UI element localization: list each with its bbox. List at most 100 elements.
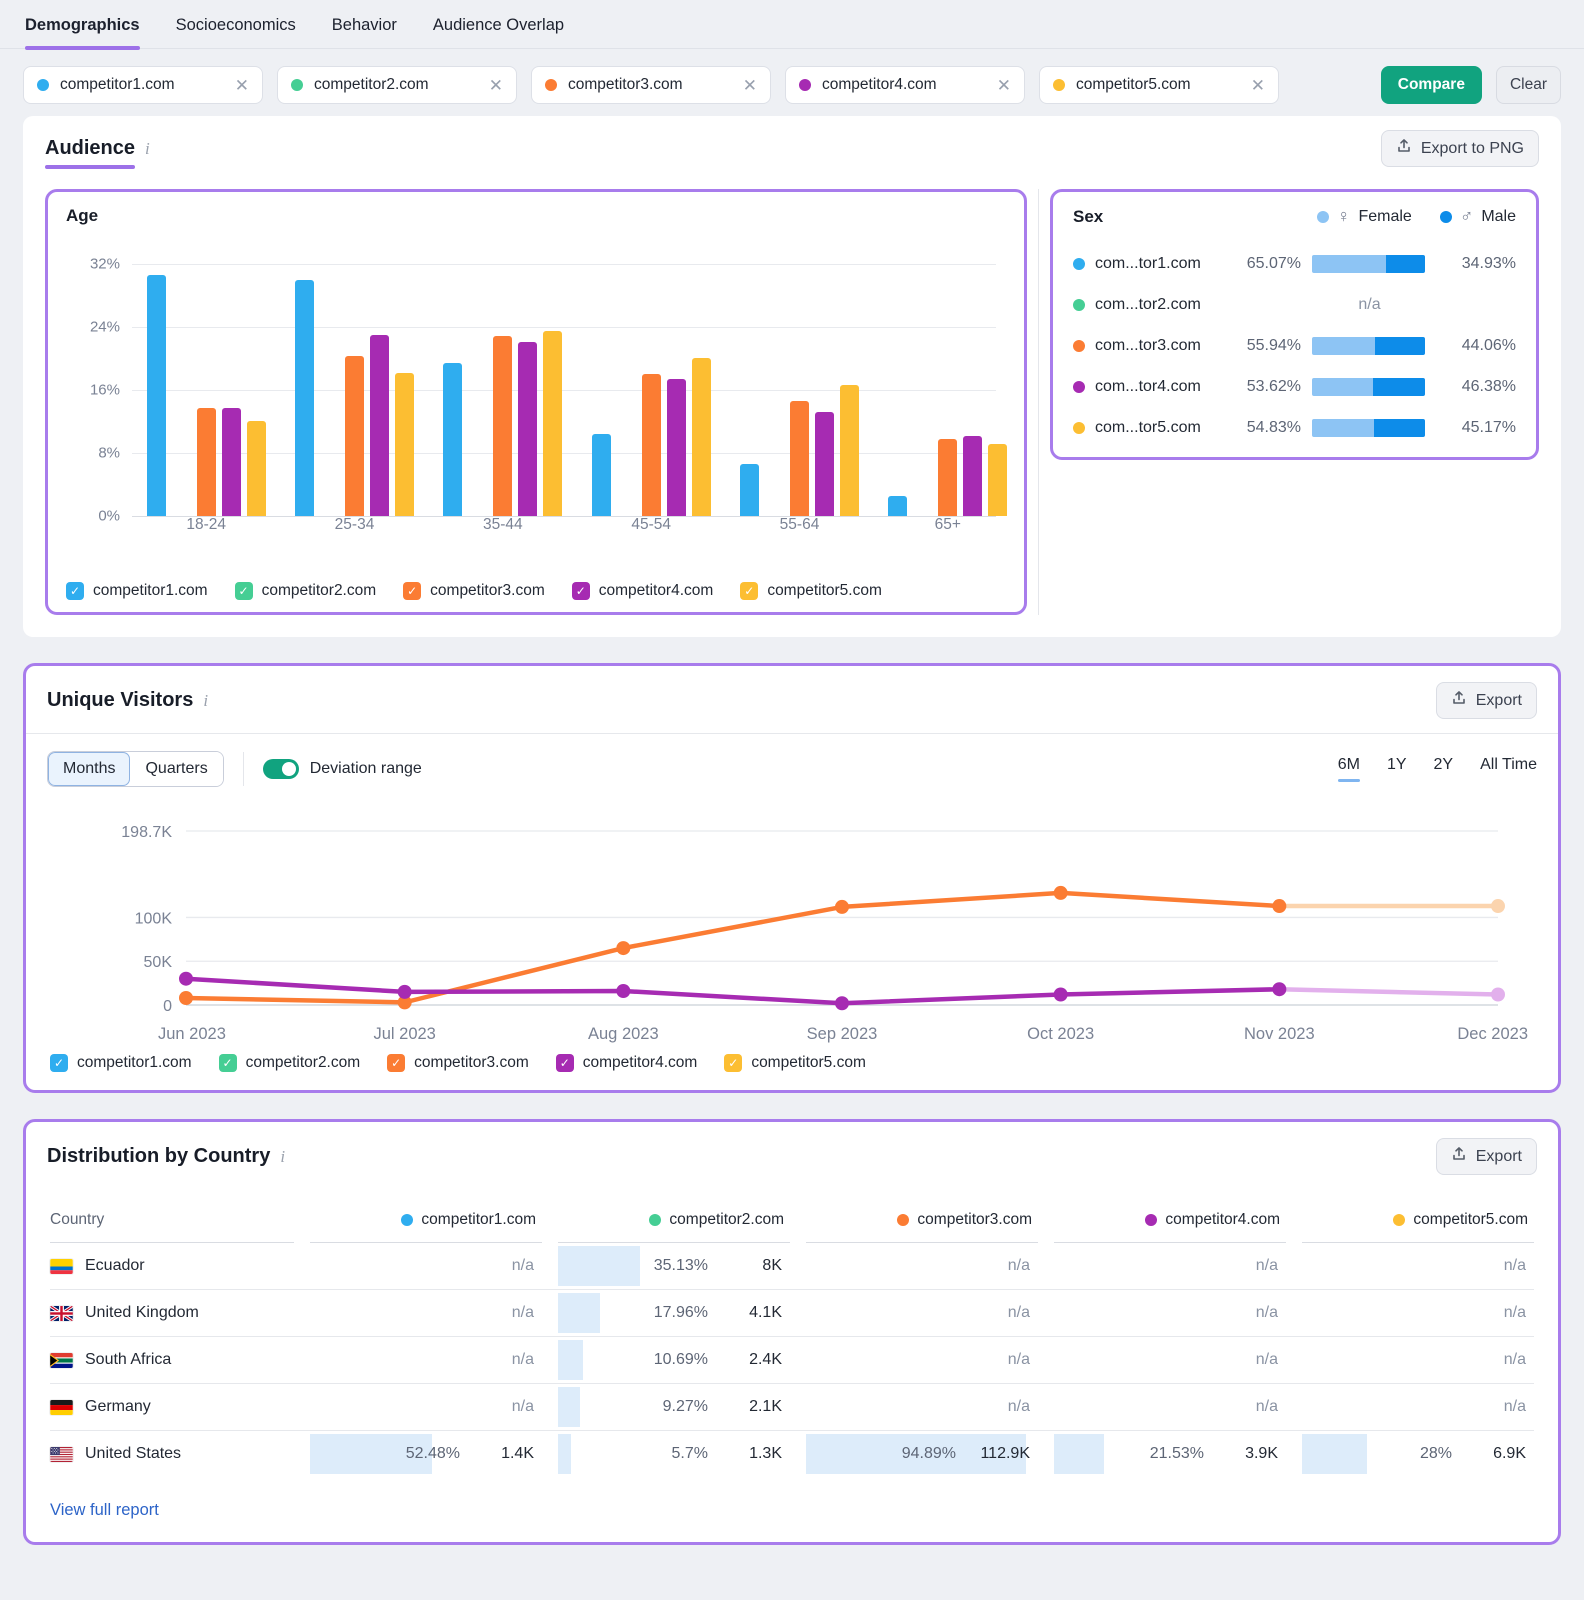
competitor-chip[interactable]: competitor5.com ✕: [1039, 66, 1279, 104]
tab-behavior[interactable]: Behavior: [332, 16, 397, 48]
cell-na: n/a: [511, 1398, 534, 1415]
legend-checkbox-item[interactable]: ✓ competitor2.com: [234, 582, 376, 600]
compare-button[interactable]: Compare: [1380, 66, 1482, 104]
x-axis-label: Sep 2023: [807, 1025, 878, 1043]
info-icon[interactable]: i: [203, 691, 208, 711]
checkbox-checked-icon[interactable]: ✓: [403, 582, 422, 600]
data-point: [1491, 899, 1505, 914]
tab-demographics[interactable]: Demographics: [25, 16, 140, 50]
legend-checkbox-item[interactable]: ✓ competitor1.com: [66, 582, 208, 600]
legend-checkbox-item[interactable]: ✓ competitor5.com: [740, 582, 882, 600]
checkbox-checked-icon[interactable]: ✓: [387, 1054, 406, 1072]
competitor-dot: [1053, 79, 1065, 91]
competitor-chip[interactable]: competitor1.com ✕: [23, 66, 263, 104]
info-icon[interactable]: i: [145, 139, 150, 159]
checkbox-checked-icon[interactable]: ✓: [66, 582, 84, 600]
range-all-time[interactable]: All Time: [1480, 756, 1537, 782]
export-to-png-button[interactable]: Export to PNG: [1380, 130, 1539, 167]
country-cell: United Kingdom: [50, 1291, 294, 1335]
female-percent: 53.62%: [1246, 378, 1301, 395]
data-point: [835, 899, 849, 914]
top-nav: Demographics Socioeconomics Behavior Audien…: [0, 0, 1584, 50]
checkbox-checked-icon[interactable]: ✓: [50, 1054, 68, 1072]
competitor-column-label: competitor3.com: [917, 1210, 1032, 1228]
close-icon[interactable]: ✕: [743, 77, 757, 94]
granularity-quarters[interactable]: Quarters: [130, 752, 223, 786]
uv-export-button[interactable]: Export: [1435, 682, 1537, 719]
checkbox-checked-icon[interactable]: ✓: [218, 1054, 237, 1072]
close-icon[interactable]: ✕: [489, 77, 503, 94]
checkbox-checked-icon[interactable]: ✓: [740, 582, 759, 600]
x-axis-label: 55-64: [779, 516, 820, 533]
data-point: [397, 984, 412, 999]
series-line: [183, 890, 1282, 1005]
legend-checkbox-item[interactable]: ✓ competitor1.com: [50, 1054, 192, 1072]
cell-percent: 28%: [1419, 1445, 1452, 1462]
close-icon[interactable]: ✕: [1251, 77, 1265, 94]
sex-ratio-bar: [1312, 378, 1425, 396]
age-bar: [395, 372, 414, 516]
cell-values: 17.96% 4.1K: [558, 1290, 790, 1336]
cell-percent: 52.48%: [405, 1445, 460, 1462]
country-name: United Kingdom: [85, 1304, 199, 1321]
legend-checkbox-item[interactable]: ✓ competitor5.com: [724, 1054, 866, 1072]
close-icon[interactable]: ✕: [997, 77, 1011, 94]
legend-checkbox-item[interactable]: ✓ competitor4.com: [555, 1054, 697, 1072]
checkbox-checked-icon[interactable]: ✓: [555, 1054, 574, 1072]
view-full-report-link[interactable]: View full report: [50, 1501, 159, 1520]
clear-button[interactable]: Clear: [1495, 66, 1561, 104]
cell-percent: 94.89%: [901, 1445, 956, 1462]
checkbox-checked-icon[interactable]: ✓: [724, 1054, 743, 1072]
checkbox-checked-icon[interactable]: ✓: [571, 582, 590, 600]
female-bar-segment: [1312, 419, 1374, 437]
cell-na: n/a: [1255, 1351, 1278, 1368]
series-line-faded: [1277, 986, 1501, 997]
value-cell: n/a: [1302, 1290, 1534, 1336]
data-point: [179, 971, 193, 986]
age-bar: [543, 330, 563, 516]
competitor-dot: [897, 1213, 910, 1226]
competitor-chip[interactable]: competitor4.com ✕: [785, 66, 1025, 104]
age-panel: Age 32% 24% 16% 8% 0% 18-24 25-34 35-44 45-54 55-…: [45, 189, 1028, 615]
upload-icon: [1451, 690, 1467, 711]
value-cell: 9.27% 2.1K: [558, 1384, 790, 1430]
legend-checkbox-item[interactable]: ✓ competitor2.com: [218, 1054, 360, 1072]
unique-visitors-section: Unique Visitors i Export Months Quarters …: [23, 663, 1561, 1093]
info-icon[interactable]: i: [280, 1147, 285, 1167]
cell-percent: 5.7%: [671, 1445, 708, 1462]
age-bar: [815, 411, 834, 516]
close-icon[interactable]: ✕: [235, 77, 249, 94]
age-bar: [938, 438, 958, 516]
cell-value: 1.4K: [501, 1445, 534, 1462]
cell-na: n/a: [1007, 1351, 1030, 1368]
legend-checkbox-item[interactable]: ✓ competitor3.com: [387, 1054, 529, 1072]
x-axis-label: Nov 2023: [1244, 1025, 1315, 1043]
range-6m[interactable]: 6M: [1337, 756, 1361, 782]
tab-audience-overlap[interactable]: Audience Overlap: [433, 16, 564, 48]
competitor-dot: [1073, 340, 1085, 352]
competitor-chip[interactable]: competitor3.com ✕: [531, 66, 771, 104]
deviation-range-toggle[interactable]: [262, 759, 299, 779]
country-export-button[interactable]: Export: [1435, 1138, 1537, 1175]
value-cell: 21.53% 3.9K: [1054, 1431, 1286, 1477]
age-legend: ✓ competitor1.com ✓ competitor2.com ✓ competi…: [66, 582, 1006, 600]
sex-row: com...tor4.com 53.62% 46.38%: [1073, 378, 1516, 396]
checkbox-checked-icon[interactable]: ✓: [234, 582, 253, 600]
legend-checkbox-item[interactable]: ✓ competitor4.com: [571, 582, 713, 600]
age-bar: [591, 434, 611, 516]
male-percent: 34.93%: [1461, 255, 1516, 272]
sex-na-value: n/a: [1358, 296, 1381, 313]
granularity-months[interactable]: Months: [48, 752, 131, 786]
sex-site-label: com...tor2.com: [1095, 296, 1201, 313]
tab-socioeconomics[interactable]: Socioeconomics: [176, 16, 296, 48]
legend-checkbox-item[interactable]: ✓ competitor3.com: [403, 582, 545, 600]
competitor-chip[interactable]: competitor2.com ✕: [277, 66, 517, 104]
range-1y[interactable]: 1Y: [1387, 756, 1407, 782]
value-cell: n/a: [1054, 1290, 1286, 1336]
cell-values: n/a: [806, 1243, 1038, 1289]
x-axis-label: 18-24: [186, 516, 226, 533]
value-cell: n/a: [1054, 1337, 1286, 1383]
competitor-dot: [401, 1213, 414, 1226]
male-bar-segment: [1373, 419, 1425, 437]
range-2y[interactable]: 2Y: [1434, 756, 1454, 782]
